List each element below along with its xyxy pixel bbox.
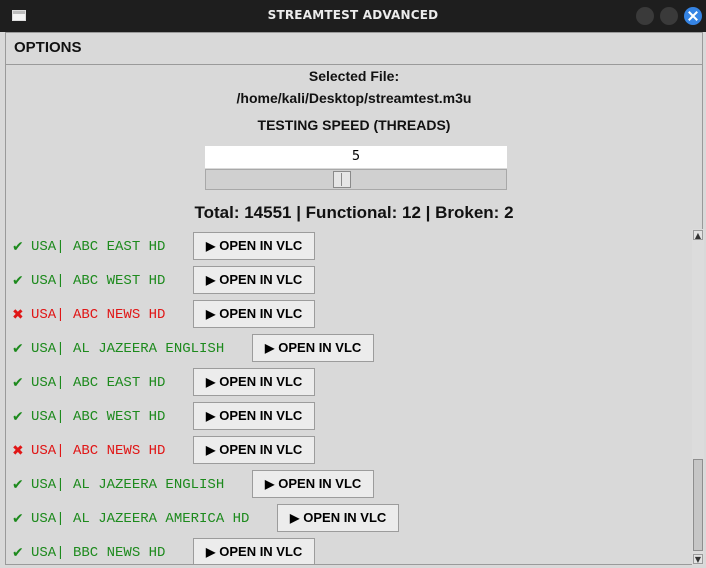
check-icon: ✔ [12,273,24,289]
check-icon: ✔ [12,375,24,391]
open-in-vlc-label: OPEN IN VLC [219,442,303,457]
open-in-vlc-label: OPEN IN VLC [219,238,303,253]
open-in-vlc-button[interactable]: ▶ OPEN IN VLC [193,538,316,564]
open-in-vlc-label: OPEN IN VLC [303,510,387,525]
cross-icon: ✖ [12,443,24,459]
stream-row: ✖ USA| ABC NEWS HD ▶ OPEN IN VLC [6,298,692,332]
play-icon: ▶ [206,273,216,287]
stream-row: ✖ USA| ABC NEWS HD ▶ OPEN IN VLC [6,434,692,468]
stream-name: USA| AL JAZEERA ENGLISH [31,341,225,357]
options-title: OPTIONS [14,39,82,56]
open-in-vlc-button[interactable]: ▶ OPEN IN VLC [193,232,316,260]
open-in-vlc-button[interactable]: ▶ OPEN IN VLC [252,470,375,498]
open-in-vlc-label: OPEN IN VLC [278,476,362,491]
open-in-vlc-button[interactable]: ▶ OPEN IN VLC [193,436,316,464]
check-icon: ✔ [12,409,24,425]
open-in-vlc-button[interactable]: ▶ OPEN IN VLC [193,266,316,294]
stream-row: ✔ USA| ABC WEST HD ▶ OPEN IN VLC [6,400,692,434]
stream-name: USA| AL JAZEERA AMERICA HD [31,511,250,527]
play-icon: ▶ [206,375,216,389]
stream-row: ✔ USA| AL JAZEERA AMERICA HD ▶ OPEN IN VLC [6,502,692,536]
close-button[interactable] [684,7,702,25]
check-icon: ✔ [12,341,24,357]
play-icon: ▶ [206,239,216,253]
open-in-vlc-label: OPEN IN VLC [219,544,303,559]
check-icon: ✔ [12,239,24,255]
stream-summary: Total: 14551 | Functional: 12 | Broken: … [194,203,514,222]
open-in-vlc-button[interactable]: ▶ OPEN IN VLC [193,368,316,396]
options-panel: OPTIONS Selected File: /home/kali/Deskto… [5,32,704,565]
play-icon: ▶ [206,409,216,423]
minimize-button[interactable] [636,7,654,25]
open-in-vlc-label: OPEN IN VLC [219,306,303,321]
scroll-up-arrow-icon[interactable]: ▲ [693,230,703,240]
window-title: STREAMTEST ADVANCED [267,8,439,22]
check-icon: ✔ [12,511,24,527]
testing-speed-label: TESTING SPEED (THREADS) [257,117,451,133]
open-in-vlc-label: OPEN IN VLC [219,408,303,423]
thread-count-value: 5 [205,146,507,168]
options-header: OPTIONS [6,33,702,65]
stream-name: USA| ABC NEWS HD [31,443,166,459]
open-in-vlc-label: OPEN IN VLC [219,374,303,389]
play-icon: ▶ [206,545,216,559]
title-bar: STREAMTEST ADVANCED [0,0,706,32]
stream-row: ✔ USA| ABC EAST HD ▶ OPEN IN VLC [6,230,692,264]
stream-name: USA| ABC NEWS HD [31,307,166,323]
open-in-vlc-label: OPEN IN VLC [278,340,362,355]
stream-name: USA| ABC EAST HD [31,239,166,255]
open-in-vlc-button[interactable]: ▶ OPEN IN VLC [252,334,375,362]
stream-row: ✔ USA| BBC NEWS HD ▶ OPEN IN VLC [6,536,692,564]
stream-row: ✔ USA| ABC WEST HD ▶ OPEN IN VLC [6,264,692,298]
open-in-vlc-button[interactable]: ▶ OPEN IN VLC [193,402,316,430]
stream-name: USA| ABC WEST HD [31,273,166,289]
thread-speed-slider[interactable] [205,169,507,190]
stream-name: USA| ABC WEST HD [31,409,166,425]
scroll-down-arrow-icon[interactable]: ▼ [693,554,703,564]
stream-name: USA| ABC EAST HD [31,375,166,391]
check-icon: ✔ [12,477,24,493]
app-window: STREAMTEST ADVANCED OPTIONS Selected Fil… [0,0,706,568]
stream-list: ✔ USA| ABC EAST HD ▶ OPEN IN VLC ✔ USA| ABC W… [6,230,692,564]
play-icon: ▶ [265,341,275,355]
play-icon: ▶ [206,307,216,321]
stream-list-scrollbar[interactable]: ▲ ▼ [692,229,704,565]
open-in-vlc-label: OPEN IN VLC [219,272,303,287]
stream-row: ✔ USA| ABC EAST HD ▶ OPEN IN VLC [6,366,692,400]
open-in-vlc-button[interactable]: ▶ OPEN IN VLC [193,300,316,328]
play-icon: ▶ [265,477,275,491]
slider-handle[interactable] [333,171,351,188]
play-icon: ▶ [290,511,300,525]
selected-file-path: /home/kali/Desktop/streamtest.m3u [236,90,472,106]
stream-row: ✔ USA| AL JAZEERA ENGLISH ▶ OPEN IN VLC [6,332,692,366]
stream-name: USA| AL JAZEERA ENGLISH [31,477,225,493]
cross-icon: ✖ [12,307,24,323]
maximize-button[interactable] [660,7,678,25]
play-icon: ▶ [206,443,216,457]
stream-row: ✔ USA| AL JAZEERA ENGLISH ▶ OPEN IN VLC [6,468,692,502]
selected-file-label: Selected File: [308,68,400,84]
scrollbar-thumb[interactable] [693,459,703,551]
check-icon: ✔ [12,545,24,561]
stream-name: USA| BBC NEWS HD [31,545,166,561]
open-in-vlc-button[interactable]: ▶ OPEN IN VLC [277,504,400,532]
